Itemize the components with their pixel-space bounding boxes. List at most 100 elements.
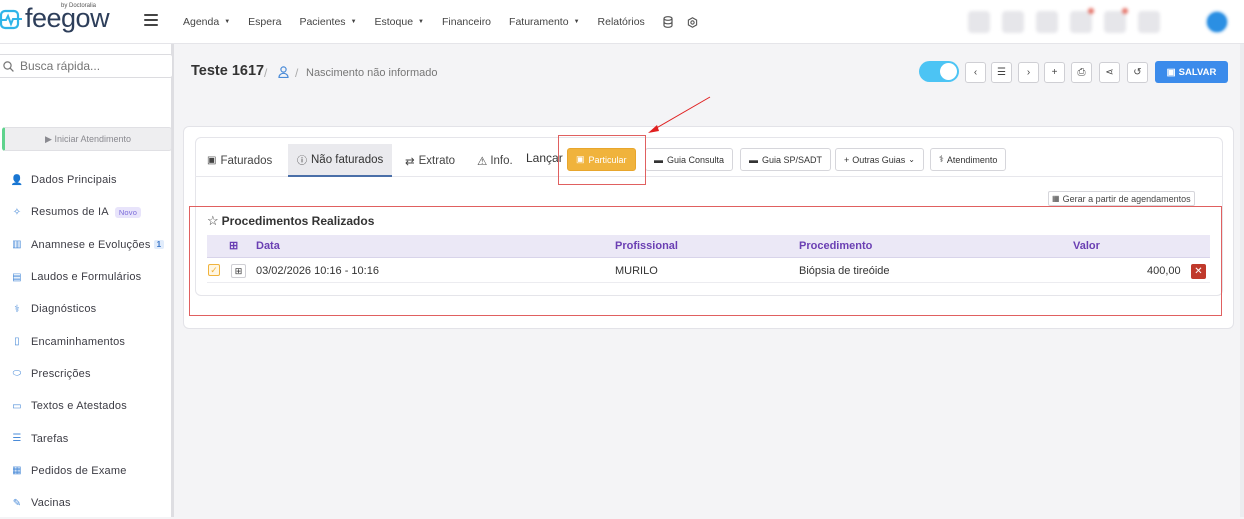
gerar-agendamentos-button[interactable]: ▦ Gerar a partir de agendamentos	[1048, 191, 1195, 206]
patient-name: Teste 1617	[191, 63, 265, 79]
card-icon: ▬	[654, 154, 663, 165]
particular-button[interactable]: ▣ Particular	[567, 148, 636, 171]
col-data: Data	[256, 240, 280, 252]
calendar-icon: ▦	[1052, 194, 1060, 203]
sidebar-item-tarefas[interactable]: ☰ Tarefas	[0, 422, 172, 454]
col-profissional: Profissional	[615, 240, 678, 252]
share-icon: ⋖	[1105, 67, 1114, 78]
delete-row-button[interactable]: ✕	[1191, 264, 1206, 279]
sidebar-item-dados-principais[interactable]: 👤 Dados Principais	[0, 164, 172, 196]
page-scrollbar[interactable]	[1240, 44, 1244, 517]
sidebar-item-vacinas[interactable]: ✎ Vacinas	[0, 487, 172, 519]
star-icon: ☆	[207, 213, 219, 228]
notification-icon[interactable]	[1070, 8, 1094, 33]
plus-icon: +	[844, 154, 850, 165]
sidebar-item-pedidos-exame[interactable]: ▦ Pedidos de Exame	[0, 455, 172, 487]
mode-toggle[interactable]	[919, 61, 959, 82]
search-icon	[3, 60, 14, 72]
clipboard-icon: ▤	[12, 271, 22, 283]
procedures-title: ☆ Procedimentos Realizados	[207, 213, 375, 228]
list-icon: ☰	[997, 67, 1006, 78]
nav-agenda[interactable]: Agenda ▼	[183, 16, 230, 28]
save-icon: ▣	[1166, 66, 1176, 78]
document-icon: ▭	[12, 400, 22, 412]
feegow-logo[interactable]: by Doctoralia feegow	[0, 2, 110, 38]
logo-text: feegow	[25, 3, 110, 33]
message-icon[interactable]	[1104, 8, 1128, 33]
save-button[interactable]: ▣ SALVAR	[1155, 61, 1228, 83]
procedures-table-header: ⊞ Data Profissional Procedimento Valor	[207, 235, 1210, 258]
nav-faturamento[interactable]: Faturamento ▼	[509, 16, 579, 28]
syringe-icon: ✎	[12, 497, 22, 509]
outras-guias-dropdown[interactable]: + Outras Guias ⌄	[835, 148, 924, 171]
edit-icon[interactable]	[968, 11, 990, 33]
print-icon: ⎙	[1077, 67, 1086, 78]
col-valor: Valor	[1073, 240, 1100, 252]
building-icon: ▦	[12, 465, 22, 477]
settings-icon[interactable]	[687, 16, 698, 28]
apps-icon[interactable]	[1138, 11, 1160, 33]
cell-data: 03/02/2026 10:16 - 10:16	[256, 265, 379, 277]
nav-relatorios[interactable]: Relatórios	[598, 16, 645, 28]
database-icon[interactable]	[663, 16, 673, 28]
sidebar-item-encaminhamentos[interactable]: ▯ Encaminhamentos	[0, 325, 172, 357]
close-icon: ✕	[1194, 266, 1203, 277]
top-icon-group	[968, 8, 1172, 33]
chat-icon[interactable]	[1002, 11, 1024, 33]
nav-estoque[interactable]: Estoque ▼	[375, 16, 424, 28]
tasks-icon: ☰	[12, 433, 22, 445]
sidebar-menu: 👤 Dados Principais ✧ Resumos de IA Novo ▥ An…	[0, 164, 172, 519]
hamburger-menu-icon[interactable]	[144, 14, 158, 26]
next-button[interactable]: ›	[1018, 62, 1039, 83]
plus-icon: +	[1051, 67, 1058, 78]
sidebar-item-resumos-ia[interactable]: ✧ Resumos de IA Novo	[0, 196, 172, 228]
add-button[interactable]: +	[1044, 62, 1065, 83]
chevron-down-icon: ⌄	[908, 155, 915, 164]
nav-financeiro[interactable]: Financeiro	[442, 16, 491, 28]
guia-consulta-button[interactable]: ▬ Guia Consulta	[645, 148, 734, 171]
sidebar-item-anamnese[interactable]: ▥ Anamnese e Evoluções 1	[0, 229, 172, 261]
medical-bag-icon[interactable]: ⊞	[231, 264, 246, 278]
tab-info[interactable]: ⚠ Info.	[477, 144, 513, 177]
cell-procedimento: Biópsia de tireóide	[799, 265, 890, 277]
file-icon: ▯	[14, 336, 20, 348]
row-checkbox[interactable]: ✓	[208, 264, 220, 276]
sidebar-item-prescricoes[interactable]: ⬭ Prescrições	[0, 358, 172, 390]
new-badge: Novo	[114, 206, 142, 218]
annotation-arrow	[648, 96, 711, 133]
warning-icon: ⚠	[477, 155, 488, 168]
search-input[interactable]	[20, 59, 160, 73]
top-bar: by Doctoralia feegow Agenda ▼ Espera Paci…	[0, 0, 1244, 44]
history-icon: ↺	[1133, 67, 1142, 78]
history-button[interactable]: ↺	[1127, 62, 1148, 83]
chevron-right-icon: ›	[1026, 67, 1031, 78]
share-button[interactable]: ⋖	[1099, 62, 1120, 83]
stethoscope-icon: ⚕	[939, 154, 944, 164]
tab-faturados[interactable]: ▣ Faturados	[207, 144, 272, 177]
exchange-icon: ⇄	[405, 155, 415, 168]
sidebar: ▶ Iniciar Atendimento 👤Dados Principais …	[0, 44, 174, 517]
money-icon: ▣	[576, 154, 585, 164]
tab-nao-faturados[interactable]: ⓘ Não faturados	[288, 144, 393, 177]
sidebar-item-laudos[interactable]: ▤ Laudos e Formulários	[0, 261, 172, 293]
plus-icon[interactable]	[1036, 11, 1058, 33]
nav-pacientes[interactable]: Pacientes ▼	[299, 16, 356, 28]
sidebar-item-diagnosticos[interactable]: ⚕ Diagnósticos	[0, 293, 172, 325]
tab-extrato[interactable]: ⇄ Extrato	[405, 144, 455, 177]
guia-sp-sadt-button[interactable]: ▬ Guia SP/SADT	[740, 148, 832, 171]
previous-button[interactable]: ‹	[965, 62, 986, 83]
print-button[interactable]: ⎙	[1071, 62, 1092, 83]
money-icon: ▣	[207, 155, 217, 166]
heartbeat-logo-icon	[0, 9, 22, 30]
chevron-left-icon: ‹	[973, 67, 978, 78]
col-procedimento: Procedimento	[799, 240, 873, 252]
nav-espera[interactable]: Espera	[248, 16, 281, 28]
sidebar-item-textos[interactable]: ▭ Textos e Atestados	[0, 390, 172, 422]
atendimento-button[interactable]: ⚕ Atendimento	[930, 148, 1007, 171]
list-button[interactable]: ☰	[991, 62, 1012, 83]
user-avatar[interactable]	[1205, 10, 1229, 34]
start-appointment-button[interactable]: ▶ Iniciar Atendimento	[2, 127, 172, 151]
quick-search[interactable]	[0, 54, 173, 78]
user-icon: 👤	[10, 174, 24, 186]
pills-icon: ⬭	[12, 368, 22, 380]
